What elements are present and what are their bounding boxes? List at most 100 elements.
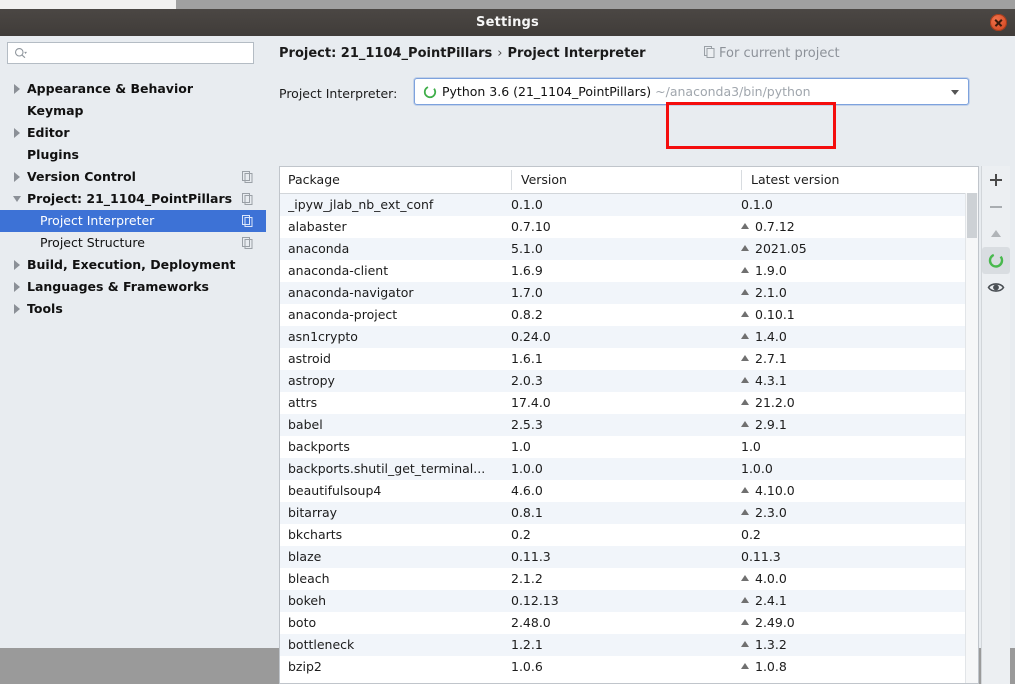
show-early-releases-button[interactable] [982, 274, 1010, 301]
cell-version: 2.5.3 [511, 417, 543, 432]
cell-package: asn1crypto [288, 329, 358, 344]
table-row[interactable]: bkcharts 0.2 0.2 [280, 524, 978, 546]
table-row[interactable]: anaconda-project 0.8.2 0.10.1 [280, 304, 978, 326]
table-scrollbar[interactable] [965, 193, 978, 683]
chevron-right-icon[interactable] [12, 166, 22, 188]
cell-package: babel [288, 417, 323, 432]
chevron-right-icon[interactable] [12, 298, 22, 320]
interpreter-combobox[interactable]: Python 3.6 (21_1104_PointPillars) ~/anac… [414, 78, 969, 105]
column-header-version[interactable]: Version [521, 167, 567, 193]
sidebar-item-editor[interactable]: Editor [0, 122, 266, 144]
latest-version-text: 0.7.12 [755, 219, 795, 234]
table-row[interactable]: anaconda-navigator 1.7.0 2.1.0 [280, 282, 978, 304]
sidebar-item-label: Tools [27, 301, 63, 316]
table-row[interactable]: anaconda-client 1.6.9 1.9.0 [280, 260, 978, 282]
sidebar-item-label: Languages & Frameworks [27, 279, 209, 294]
table-row[interactable]: babel 2.5.3 2.9.1 [280, 414, 978, 436]
latest-version-text: 4.0.0 [755, 571, 787, 586]
sidebar-item-version-control[interactable]: Version Control [0, 166, 266, 188]
sidebar-item-tools[interactable]: Tools [0, 298, 266, 320]
close-icon[interactable] [990, 14, 1007, 31]
table-row[interactable]: boto 2.48.0 2.49.0 [280, 612, 978, 634]
chevron-right-icon[interactable] [12, 122, 22, 144]
cell-package: astropy [288, 373, 335, 388]
cell-package: astroid [288, 351, 331, 366]
cell-package: backports [288, 439, 350, 454]
copy-icon [242, 215, 253, 227]
sidebar-item-label: Project: 21_1104_PointPillars [27, 191, 233, 206]
table-scrollbar-thumb[interactable] [967, 193, 977, 238]
chevron-right-icon[interactable] [12, 78, 22, 100]
column-header-latest-version[interactable]: Latest version [751, 167, 839, 193]
breadcrumb-page: Project Interpreter [507, 46, 646, 61]
cell-version: 1.0 [511, 439, 531, 454]
table-row[interactable]: _ipyw_jlab_nb_ext_conf 0.1.0 0.1.0 [280, 194, 978, 216]
sidebar-item-keymap[interactable]: Keymap [0, 100, 266, 122]
upgrade-available-icon [741, 421, 749, 427]
table-row[interactable]: beautifulsoup4 4.6.0 4.10.0 [280, 480, 978, 502]
table-row[interactable]: asn1crypto 0.24.0 1.4.0 [280, 326, 978, 348]
cell-package: boto [288, 615, 317, 630]
table-row[interactable]: blaze 0.11.3 0.11.3 [280, 546, 978, 568]
cell-version: 0.1.0 [511, 197, 543, 212]
table-row[interactable]: bokeh 0.12.13 2.4.1 [280, 590, 978, 612]
add-package-button[interactable] [982, 166, 1010, 193]
cell-version: 1.6.9 [511, 263, 543, 278]
cell-version: 0.8.1 [511, 505, 543, 520]
chevron-down-icon[interactable] [951, 90, 959, 95]
latest-version-text: 0.11.3 [741, 549, 781, 564]
table-row[interactable]: astropy 2.0.3 4.3.1 [280, 370, 978, 392]
cell-version: 0.8.2 [511, 307, 543, 322]
cell-version: 1.7.0 [511, 285, 543, 300]
chevron-down-icon[interactable] [12, 188, 22, 210]
cell-latest-version: 2.4.1 [741, 590, 956, 612]
table-row[interactable]: astroid 1.6.1 2.7.1 [280, 348, 978, 370]
conda-button[interactable] [982, 247, 1010, 274]
table-body: _ipyw_jlab_nb_ext_conf 0.1.0 0.1.0 alabaste… [280, 194, 978, 678]
table-row[interactable]: bleach 2.1.2 4.0.0 [280, 568, 978, 590]
window-title: Settings [476, 15, 539, 30]
sidebar-item-build-execution-deployment[interactable]: Build, Execution, Deployment [0, 254, 266, 276]
chevron-right-icon[interactable] [12, 276, 22, 298]
latest-version-text: 21.2.0 [755, 395, 795, 410]
breadcrumb-project[interactable]: Project: 21_1104_PointPillars [279, 46, 492, 61]
upgrade-available-icon [741, 597, 749, 603]
cell-latest-version: 4.10.0 [741, 480, 956, 502]
table-row[interactable]: bzip2 1.0.6 1.0.8 [280, 656, 978, 678]
cell-package: anaconda-client [288, 263, 389, 278]
cell-latest-version: 1.0.0 [741, 458, 956, 480]
sidebar-item-plugins[interactable]: Plugins [0, 144, 266, 166]
interpreter-label: Project Interpreter: [279, 86, 398, 101]
sidebar-item-project-21-1104-pointpillars[interactable]: Project: 21_1104_PointPillars [0, 188, 266, 210]
cell-package: bokeh [288, 593, 326, 608]
table-row[interactable]: bottleneck 1.2.1 1.3.2 [280, 634, 978, 656]
sidebar-item-label: Version Control [27, 169, 136, 184]
desktop-background-left [0, 0, 176, 9]
search-icon [15, 48, 27, 59]
upgrade-package-button[interactable] [982, 220, 1010, 247]
packages-table: Package Version Latest version _ipyw_jla… [279, 166, 979, 684]
search-input[interactable] [34, 45, 252, 64]
chevron-right-icon[interactable] [12, 254, 22, 276]
table-row[interactable]: attrs 17.4.0 21.2.0 [280, 392, 978, 414]
sidebar-item-appearance-behavior[interactable]: Appearance & Behavior [0, 78, 266, 100]
remove-package-button[interactable] [982, 193, 1010, 220]
packages-toolbar [981, 166, 1010, 684]
cell-version: 1.0.0 [511, 461, 543, 476]
latest-version-text: 2021.05 [755, 241, 807, 256]
table-row[interactable]: alabaster 0.7.10 0.7.12 [280, 216, 978, 238]
table-row[interactable]: anaconda 5.1.0 2021.05 [280, 238, 978, 260]
search-box[interactable] [7, 42, 254, 64]
breadcrumb: Project: 21_1104_PointPillars › Project In… [279, 45, 646, 63]
cell-latest-version: 2.3.0 [741, 502, 956, 524]
table-row[interactable]: backports.shutil_get_terminal... 1.0.0 1.0… [280, 458, 978, 480]
sidebar-item-project-interpreter[interactable]: Project Interpreter [0, 210, 266, 232]
column-header-package[interactable]: Package [288, 167, 340, 193]
sidebar-item-languages-frameworks[interactable]: Languages & Frameworks [0, 276, 266, 298]
cell-package: attrs [288, 395, 318, 410]
table-row[interactable]: backports 1.0 1.0 [280, 436, 978, 458]
sidebar-item-project-structure[interactable]: Project Structure [0, 232, 266, 254]
cell-version: 1.0.6 [511, 659, 543, 674]
table-row[interactable]: bitarray 0.8.1 2.3.0 [280, 502, 978, 524]
cell-latest-version: 4.3.1 [741, 370, 956, 392]
